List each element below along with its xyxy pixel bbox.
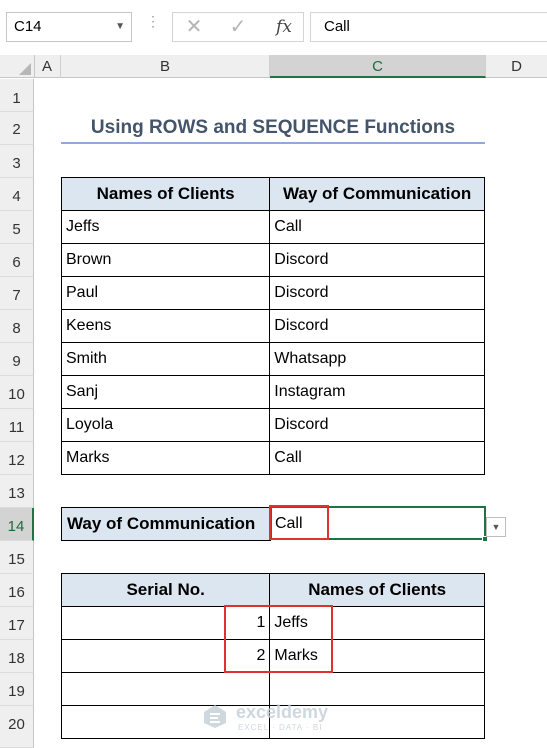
- row-header-20[interactable]: 20: [0, 706, 34, 748]
- client-name-cell[interactable]: Brown: [60, 243, 271, 277]
- row-header-15[interactable]: 15: [0, 541, 34, 574]
- select-all-button[interactable]: [0, 55, 35, 78]
- table-row: Keens Discord: [60, 309, 485, 343]
- row-header-2[interactable]: 2: [0, 112, 34, 145]
- row-header-9[interactable]: 9: [0, 343, 34, 376]
- insert-function-icon[interactable]: fx: [269, 13, 299, 41]
- client-name-cell[interactable]: Jeffs: [60, 210, 271, 244]
- row-header-12[interactable]: 12: [0, 442, 34, 475]
- row-header-10[interactable]: 10: [0, 376, 34, 409]
- chevron-down-icon[interactable]: ▼: [115, 13, 125, 41]
- criteria-label[interactable]: Way of Communication: [61, 507, 271, 541]
- column-header-b[interactable]: B: [61, 55, 270, 78]
- exceldemy-logo-icon: [204, 705, 226, 728]
- table-row: Sanj Instagram: [60, 375, 485, 409]
- row-header-16[interactable]: 16: [0, 574, 34, 607]
- table-row: Loyola Discord: [60, 408, 485, 442]
- row-header-13[interactable]: 13: [0, 475, 34, 508]
- table-row: Brown Discord: [60, 243, 485, 277]
- formula-bar: C14 ▼ ⋮ ✕ ✓ fx Call: [0, 0, 547, 55]
- header-names-of-clients[interactable]: Names of Clients: [60, 177, 271, 211]
- formula-buttons: ✕ ✓ fx: [172, 12, 304, 42]
- client-name-cell[interactable]: Sanj: [60, 375, 271, 409]
- row-header-18[interactable]: 18: [0, 640, 34, 673]
- watermark-tagline: EXCEL · DATA · BI: [238, 723, 323, 732]
- client-name-cell[interactable]: Smith: [60, 342, 271, 376]
- enter-icon[interactable]: ✓: [223, 13, 253, 41]
- client-name-cell[interactable]: Loyola: [60, 408, 271, 442]
- header-serial-no[interactable]: Serial No.: [60, 573, 271, 607]
- criteria-highlight: [269, 505, 329, 540]
- communication-cell[interactable]: Instagram: [269, 375, 485, 409]
- row-header-5[interactable]: 5: [0, 211, 34, 244]
- client-name-cell[interactable]: Marks: [60, 441, 271, 475]
- row-header-8[interactable]: 8: [0, 310, 34, 343]
- formula-input[interactable]: Call: [310, 12, 547, 42]
- column-headers: A B C D: [0, 55, 547, 78]
- row-header-14[interactable]: 14: [0, 508, 34, 541]
- table-row: Smith Whatsapp: [60, 342, 485, 376]
- communication-cell[interactable]: Discord: [269, 243, 485, 277]
- table-row: Marks Call: [60, 441, 485, 475]
- client-name-cell[interactable]: Paul: [60, 276, 271, 310]
- column-header-a[interactable]: A: [34, 55, 61, 78]
- table-row: Jeffs Call: [60, 210, 485, 244]
- watermark-brand: exceldemy: [236, 702, 329, 722]
- result-highlight: [224, 605, 333, 673]
- column-header-c[interactable]: C: [270, 55, 486, 78]
- row-header-7[interactable]: 7: [0, 277, 34, 310]
- communication-cell[interactable]: Whatsapp: [269, 342, 485, 376]
- communication-cell[interactable]: Discord: [269, 276, 485, 310]
- dropdown-arrow-icon[interactable]: ▼: [486, 517, 506, 537]
- row-header-3[interactable]: 3: [0, 145, 34, 178]
- communication-cell[interactable]: Discord: [269, 408, 485, 442]
- cancel-icon[interactable]: ✕: [179, 13, 209, 41]
- row-header-6[interactable]: 6: [0, 244, 34, 277]
- communication-cell[interactable]: Discord: [269, 309, 485, 343]
- row-header-17[interactable]: 17: [0, 607, 34, 640]
- name-box-value: C14: [14, 18, 42, 35]
- communication-cell[interactable]: Call: [269, 441, 485, 475]
- header-result-names[interactable]: Names of Clients: [269, 573, 485, 607]
- watermark-logo: exceldemy EXCEL · DATA · BI: [200, 700, 350, 734]
- row-header-19[interactable]: 19: [0, 673, 34, 706]
- name-box[interactable]: C14 ▼: [6, 12, 132, 42]
- client-name-cell[interactable]: Keens: [60, 309, 271, 343]
- sheet-title: Using ROWS and SEQUENCE Functions: [61, 110, 485, 144]
- row-header-4[interactable]: 4: [0, 178, 34, 211]
- communication-cell[interactable]: Call: [269, 210, 485, 244]
- header-way-of-communication[interactable]: Way of Communication: [269, 177, 485, 211]
- column-header-d[interactable]: D: [486, 55, 547, 78]
- row-header-11[interactable]: 11: [0, 409, 34, 442]
- more-options-icon[interactable]: ⋮: [146, 14, 160, 38]
- table-row: Paul Discord: [60, 276, 485, 310]
- row-header-1[interactable]: 1: [0, 79, 34, 112]
- clients-table: Names of Clients Way of Communication Je…: [60, 177, 485, 475]
